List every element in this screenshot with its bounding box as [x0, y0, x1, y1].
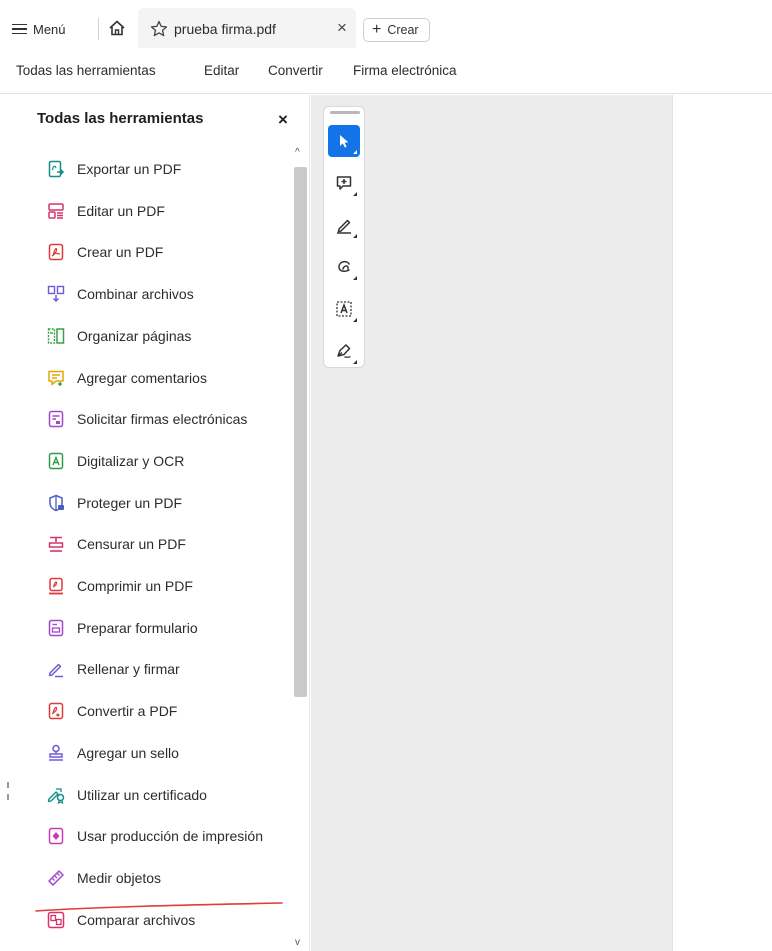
- prepare-form-icon: [48, 619, 64, 636]
- quick-tools-toolbar: [323, 106, 365, 368]
- tool-item[interactable]: Combinar archivos: [12, 275, 290, 313]
- comment-icon: [48, 370, 64, 386]
- tool-item[interactable]: Digitalizar y OCR: [12, 442, 290, 480]
- tool-item-label: Censurar un PDF: [77, 536, 186, 553]
- hamburger-icon: [12, 23, 27, 35]
- tool-item[interactable]: Comprimir un PDF: [12, 567, 290, 605]
- all-tools-panel: Todas las herramientas × Exportar un PDF…: [12, 95, 310, 951]
- tool-item[interactable]: Organizar páginas: [12, 317, 290, 355]
- menu-label: Menú: [33, 21, 66, 37]
- tab-bar: Menú prueba firma.pdf × + Crear: [0, 0, 772, 48]
- measure-icon: [48, 870, 64, 886]
- certificate-icon: [47, 787, 65, 804]
- red-underline-annotation: [35, 902, 283, 912]
- draw-freeform-icon: [338, 260, 350, 272]
- highlight-tool-button[interactable]: [328, 209, 360, 241]
- nav-convert[interactable]: Convertir: [268, 63, 323, 78]
- add-text-icon: [336, 301, 352, 317]
- home-button[interactable]: [106, 17, 128, 39]
- tool-item-label: Combinar archivos: [77, 286, 194, 303]
- nav-e-signature[interactable]: Firma electrónica: [353, 63, 457, 78]
- fill-sign-icon: [48, 664, 63, 678]
- tool-item[interactable]: Agregar un sello: [12, 734, 290, 772]
- acrobat-window: Menú prueba firma.pdf × + Crear Todas la…: [0, 0, 772, 951]
- tool-item-label: Digitalizar y OCR: [77, 452, 185, 469]
- select-tool-button[interactable]: [328, 125, 360, 157]
- create-label: Crear: [387, 23, 419, 37]
- nav-all-tools[interactable]: Todas las herramientas: [16, 63, 156, 78]
- tool-item-label: Organizar páginas: [77, 327, 192, 344]
- top-navigation: Todas las herramientas Editar Convertir …: [0, 48, 772, 94]
- annotation-mark: [7, 782, 9, 800]
- tool-item-label: Solicitar firmas electrónicas: [77, 411, 248, 428]
- draw-tool-button[interactable]: [328, 251, 360, 283]
- scroll-up-icon[interactable]: ^: [295, 147, 300, 158]
- protect-pdf-icon: [49, 494, 64, 511]
- tool-item-label: Agregar un sello: [77, 744, 179, 761]
- nav-edit[interactable]: Editar: [204, 63, 239, 78]
- home-icon: [109, 20, 125, 36]
- scan-ocr-icon: [48, 452, 64, 470]
- tool-item-label: Convertir a PDF: [77, 703, 178, 720]
- right-panel: [672, 95, 772, 951]
- compress-pdf-icon: [49, 577, 63, 595]
- tool-item[interactable]: Censurar un PDF: [12, 525, 290, 563]
- comment-tool-button[interactable]: [328, 167, 360, 199]
- tool-item[interactable]: Utilizar un certificado: [12, 776, 290, 814]
- print-production-icon: [48, 827, 64, 845]
- tool-item[interactable]: Editar un PDF: [12, 192, 290, 230]
- tab-divider: [98, 18, 99, 40]
- tool-item-label: Rellenar y firmar: [77, 661, 180, 678]
- tool-item-label: Usar producción de impresión: [77, 828, 263, 845]
- combine-files-icon: [47, 285, 65, 303]
- tool-item[interactable]: Convertir a PDF: [12, 692, 290, 730]
- plus-icon: +: [372, 21, 382, 38]
- menu-button[interactable]: Menú: [12, 16, 66, 42]
- tool-item-label: Editar un PDF: [77, 202, 165, 219]
- tool-item-label: Crear un PDF: [77, 244, 164, 261]
- tool-item[interactable]: Proteger un PDF: [12, 484, 290, 522]
- create-pdf-icon: [48, 244, 64, 261]
- star-icon[interactable]: [150, 20, 168, 38]
- sign-tool-button[interactable]: [328, 335, 360, 367]
- add-comment-icon: [336, 176, 352, 190]
- tool-item[interactable]: Preparar formulario: [12, 609, 290, 647]
- scroll-down-icon[interactable]: v: [295, 937, 300, 948]
- tool-item-label: Proteger un PDF: [77, 494, 183, 511]
- tool-item-label: Medir objetos: [77, 869, 162, 886]
- redact-icon: [48, 536, 64, 553]
- select-pointer-icon: [340, 135, 349, 148]
- create-button[interactable]: + Crear: [363, 18, 430, 42]
- organize-pages-icon: [47, 328, 65, 344]
- export-pdf-icon: [48, 160, 65, 178]
- document-tab-title: prueba firma.pdf: [174, 21, 276, 37]
- scroll-thumb[interactable]: [294, 167, 307, 697]
- document-tab[interactable]: prueba firma.pdf ×: [138, 8, 356, 48]
- document-canvas[interactable]: [311, 95, 672, 951]
- tool-item-label: Agregar comentarios: [77, 369, 207, 386]
- tool-item-label: Utilizar un certificado: [77, 786, 207, 803]
- tool-item-label: Comprimir un PDF: [77, 578, 193, 594]
- text-tool-button[interactable]: [328, 293, 360, 325]
- close-panel-icon[interactable]: ×: [275, 111, 291, 128]
- request-esign-icon: [48, 410, 64, 428]
- stamp-icon: [49, 744, 63, 761]
- toolbar-drag-handle[interactable]: [330, 111, 360, 114]
- close-tab-icon[interactable]: ×: [334, 19, 350, 36]
- tool-item-label: Preparar formulario: [77, 619, 198, 636]
- tool-item[interactable]: Solicitar firmas electrónicas: [12, 400, 290, 438]
- tool-item-label: Exportar un PDF: [77, 161, 182, 177]
- edit-pdf-icon: [48, 202, 64, 219]
- tool-item[interactable]: Exportar un PDF: [12, 150, 290, 188]
- tool-item[interactable]: Rellenar y firmar: [12, 650, 290, 688]
- panel-scrollbar[interactable]: ^ v: [291, 145, 307, 951]
- tool-item[interactable]: Medir objetos: [12, 859, 290, 897]
- tool-item[interactable]: Agregar comentarios: [12, 359, 290, 397]
- tool-item[interactable]: Usar producción de impresión: [12, 817, 290, 855]
- sign-icon: [337, 344, 351, 359]
- panel-title: Todas las herramientas: [37, 110, 204, 127]
- highlight-pen-icon: [337, 219, 351, 234]
- convert-pdf-icon: [48, 702, 64, 720]
- tool-item[interactable]: Crear un PDF: [12, 233, 290, 271]
